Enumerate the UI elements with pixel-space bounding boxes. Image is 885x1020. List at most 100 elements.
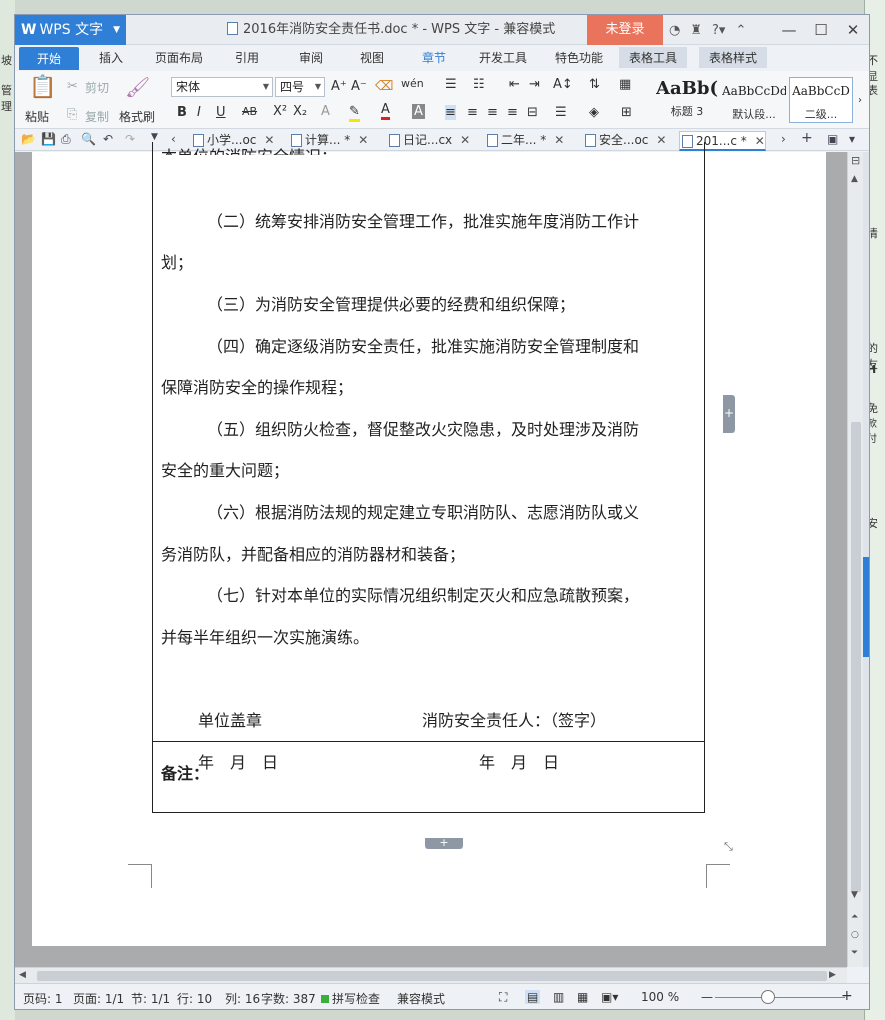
open-icon[interactable]: 📂 — [21, 132, 36, 146]
align-left-icon[interactable]: ≡ — [445, 105, 456, 120]
print-preview-icon[interactable]: 🔍 — [81, 132, 96, 146]
status-word-count[interactable]: 字数: 387 — [261, 990, 316, 1007]
underline-icon[interactable]: U — [216, 105, 226, 120]
table-icon[interactable]: ▦ — [619, 77, 631, 92]
maximize-button[interactable]: ☐ — [805, 15, 837, 45]
paste-icon[interactable]: 📋 — [29, 75, 56, 100]
zoom-slider-knob[interactable] — [761, 990, 775, 1004]
text-size-icon[interactable]: A↕ — [553, 77, 573, 92]
close-button[interactable]: ✕ — [837, 15, 869, 45]
copy-button[interactable]: 复制 — [85, 108, 109, 125]
zoom-out-icon[interactable]: — — [701, 990, 713, 1004]
tab-features[interactable]: 特色功能 — [555, 49, 603, 66]
scroll-down-icon[interactable]: ▼ — [851, 890, 858, 900]
undo-icon[interactable]: ↶ — [103, 132, 113, 146]
format-painter-button[interactable]: 格式刷 — [119, 108, 155, 125]
tab-review[interactable]: 审阅 — [299, 49, 323, 66]
superscript-icon[interactable]: X² — [273, 104, 287, 119]
strikethrough-icon[interactable]: AB — [242, 105, 257, 118]
char-shading-icon[interactable]: A — [412, 104, 425, 119]
zoom-slider[interactable] — [715, 997, 845, 998]
cut-button[interactable]: 剪切 — [85, 79, 109, 96]
style-default[interactable]: AaBbCcDd 默认段... — [721, 77, 787, 123]
shading-icon[interactable]: ◈ — [589, 105, 599, 120]
tab-scroll-right-icon[interactable]: › — [781, 132, 786, 146]
reading-view-icon[interactable]: ▣▾ — [601, 990, 618, 1004]
ruler-toggle-icon[interactable]: ⊟ — [851, 154, 860, 167]
grow-font-icon[interactable]: A⁺ — [331, 79, 347, 94]
italic-icon[interactable]: I — [197, 105, 201, 120]
text-effect-icon[interactable]: A — [321, 104, 330, 119]
tab-table-style[interactable]: 表格样式 — [699, 47, 768, 68]
line-spacing-icon[interactable]: ☰ — [555, 105, 567, 120]
tab-page-layout[interactable]: 页面布局 — [155, 49, 203, 66]
full-screen-icon[interactable]: ⛶ — [499, 990, 507, 1005]
pinyin-icon[interactable]: wén — [401, 77, 424, 90]
add-row-handle[interactable]: + — [425, 837, 463, 849]
skin-icon[interactable]: ◔ — [669, 23, 680, 38]
subscript-icon[interactable]: X₂ — [293, 104, 307, 119]
save-icon[interactable]: 💾 — [41, 132, 56, 146]
styles-more-icon[interactable]: › — [858, 95, 862, 106]
align-center-icon[interactable]: ≡ — [467, 105, 478, 120]
zoom-level[interactable]: 100 % — [641, 990, 679, 1004]
align-right-icon[interactable]: ≡ — [487, 105, 498, 120]
justify-icon[interactable]: ≡ — [507, 105, 518, 120]
table-resize-icon[interactable]: ⤡ — [724, 840, 733, 854]
bullets-icon[interactable]: ☰ — [445, 77, 457, 92]
format-painter-icon[interactable]: 🖌 — [125, 75, 150, 99]
app-menu-button[interactable]: W WPS 文字 ▼ — [15, 15, 126, 45]
prev-page-icon[interactable]: ⏶ — [851, 912, 858, 922]
page-view-icon[interactable]: ▤ — [525, 990, 541, 1004]
h-scroll-thumb[interactable] — [37, 971, 827, 981]
tab-developer[interactable]: 开发工具 — [479, 49, 527, 66]
numbering-icon[interactable]: ☷ — [473, 77, 485, 92]
scroll-up-icon[interactable]: ▲ — [851, 174, 858, 184]
new-tab-icon[interactable]: + — [801, 130, 813, 146]
tab-list-icon[interactable]: ▣ — [827, 132, 838, 146]
zoom-in-icon[interactable]: + — [841, 988, 853, 1004]
scroll-right-icon[interactable]: ▶ — [829, 970, 836, 980]
document-page[interactable]: 备注： 本单位的消防安全情况； （二）统筹安排消防安全管理工作，批准实施年度消防… — [32, 142, 826, 946]
font-name-select[interactable]: 宋体 ▼ — [171, 77, 273, 97]
tab-menu-icon[interactable]: ▾ — [849, 132, 855, 146]
browse-object-icon[interactable]: ○ — [851, 930, 859, 940]
tab-references[interactable]: 引用 — [235, 49, 259, 66]
help-button[interactable]: ?▾ — [712, 23, 725, 38]
bold-icon[interactable]: B — [177, 105, 187, 120]
paste-button[interactable]: 粘贴 — [25, 108, 49, 125]
decrease-indent-icon[interactable]: ⇤ — [509, 77, 520, 92]
quick-access-dropdown-icon[interactable]: ▼ — [151, 132, 158, 142]
close-tab-icon[interactable]: ✕ — [755, 134, 765, 148]
login-button[interactable]: 未登录 — [587, 15, 663, 45]
vertical-scrollbar[interactable]: ⊟ ▲ ▼ ⏶ ○ ⏷ — [847, 152, 863, 967]
clear-format-icon[interactable]: ⌫ — [375, 79, 393, 94]
scroll-thumb[interactable] — [851, 422, 861, 892]
outline-view-icon[interactable]: ▥ — [553, 990, 564, 1004]
increase-indent-icon[interactable]: ⇥ — [529, 77, 540, 92]
style-level2[interactable]: AaBbCcD 二级... — [789, 77, 853, 123]
scroll-left-icon[interactable]: ◀ — [19, 970, 26, 980]
spell-check-toggle[interactable]: 拼写检查 — [321, 990, 380, 1007]
style-heading3[interactable]: AaBb( 标题 3 — [655, 77, 719, 123]
font-size-select[interactable]: 四号 ▼ — [275, 77, 325, 97]
next-page-icon[interactable]: ⏷ — [851, 948, 858, 958]
shirt-icon[interactable]: ♜ — [690, 23, 702, 38]
collapse-ribbon-icon[interactable]: ⌃ — [735, 23, 746, 38]
tab-insert[interactable]: 插入 — [99, 49, 123, 66]
borders-icon[interactable]: ⊞ — [621, 105, 632, 120]
sort-icon[interactable]: ⇅ — [589, 77, 600, 92]
web-view-icon[interactable]: ▦ — [577, 990, 588, 1004]
tab-view[interactable]: 视图 — [360, 49, 384, 66]
font-color-icon[interactable]: A — [381, 102, 390, 120]
print-icon[interactable]: ⎙ — [61, 132, 71, 147]
tab-home[interactable]: 开始 — [19, 47, 80, 70]
horizontal-scrollbar[interactable]: ◀ ▶ — [15, 967, 847, 983]
add-column-handle[interactable]: + — [723, 395, 735, 433]
minimize-button[interactable]: — — [773, 15, 805, 45]
tab-table-tools[interactable]: 表格工具 — [619, 47, 688, 68]
shrink-font-icon[interactable]: A⁻ — [351, 79, 367, 94]
distribute-icon[interactable]: ⊟ — [527, 105, 538, 120]
side-panel-toggle[interactable] — [863, 557, 869, 657]
highlight-icon[interactable]: ✎ — [349, 104, 360, 122]
